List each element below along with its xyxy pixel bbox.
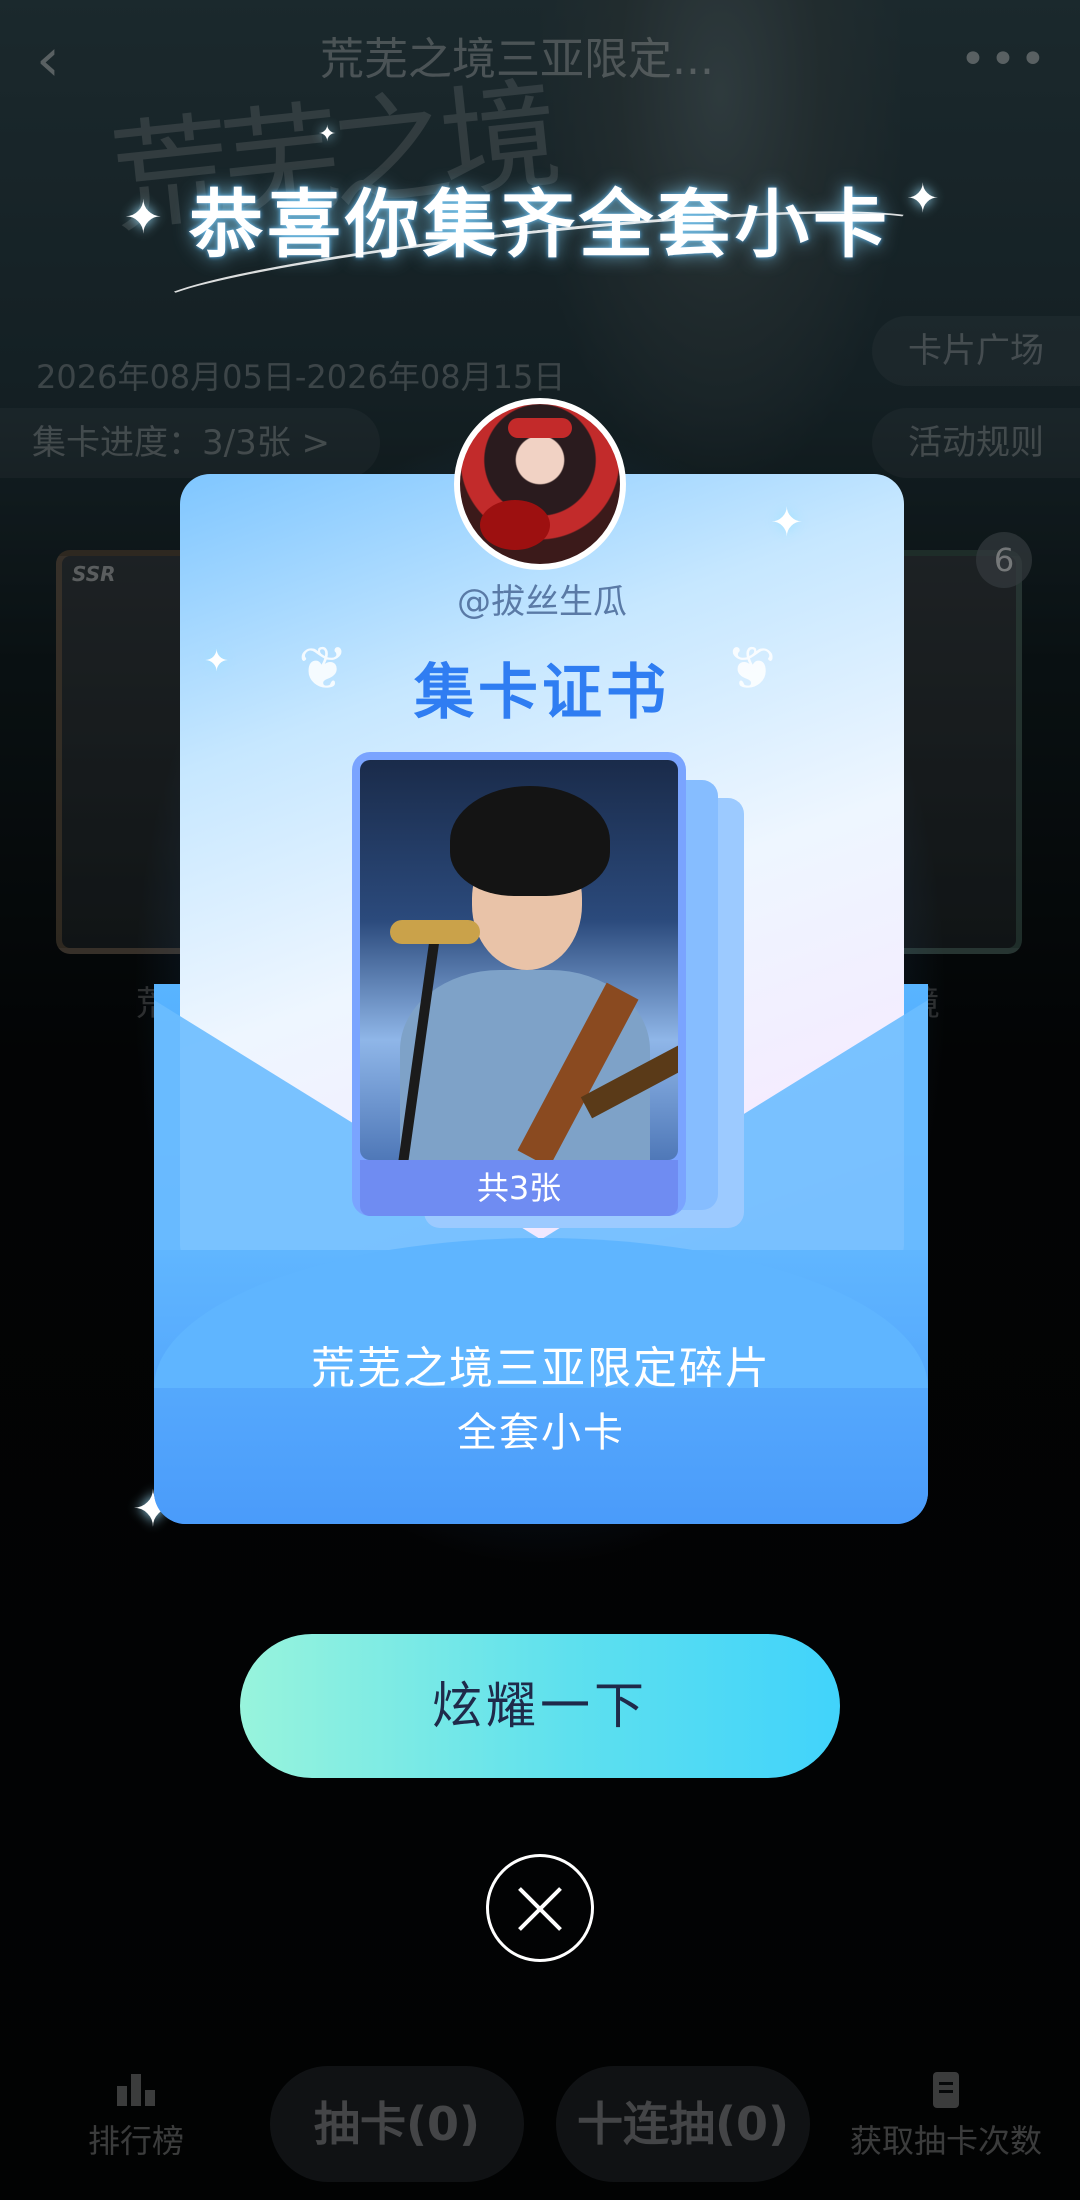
card-count: 共3张: [360, 1160, 678, 1216]
featured-card[interactable]: 共3张: [352, 752, 686, 1216]
username: @拔丝生瓜: [457, 582, 627, 622]
sparkle-icon: ✦: [124, 190, 163, 244]
collection-name: 荒芜之境三亚限定碎片: [311, 1343, 771, 1394]
avatar: [454, 398, 626, 570]
congrats-banner: 恭喜你集齐全套小卡: [120, 170, 960, 341]
sparkle-icon: ✦: [770, 500, 804, 546]
certificate-title: 集卡证书: [414, 658, 670, 728]
sparkle-icon: ✦: [906, 176, 940, 222]
sparkle-icon: ✦: [318, 122, 337, 147]
collection-subtitle: 全套小卡: [457, 1410, 625, 1456]
show-off-button[interactable]: 炫耀一下: [240, 1634, 840, 1778]
microphone-icon: [390, 920, 480, 944]
modal-overlay: 恭喜你集齐全套小卡 ✦ ✦ ✦ ✦ ✦ ✦ @拔丝生瓜 ❦ ❦ 集卡证书 共3张…: [0, 0, 1080, 2200]
close-icon[interactable]: [486, 1854, 594, 1962]
card-photo: [360, 760, 678, 1160]
